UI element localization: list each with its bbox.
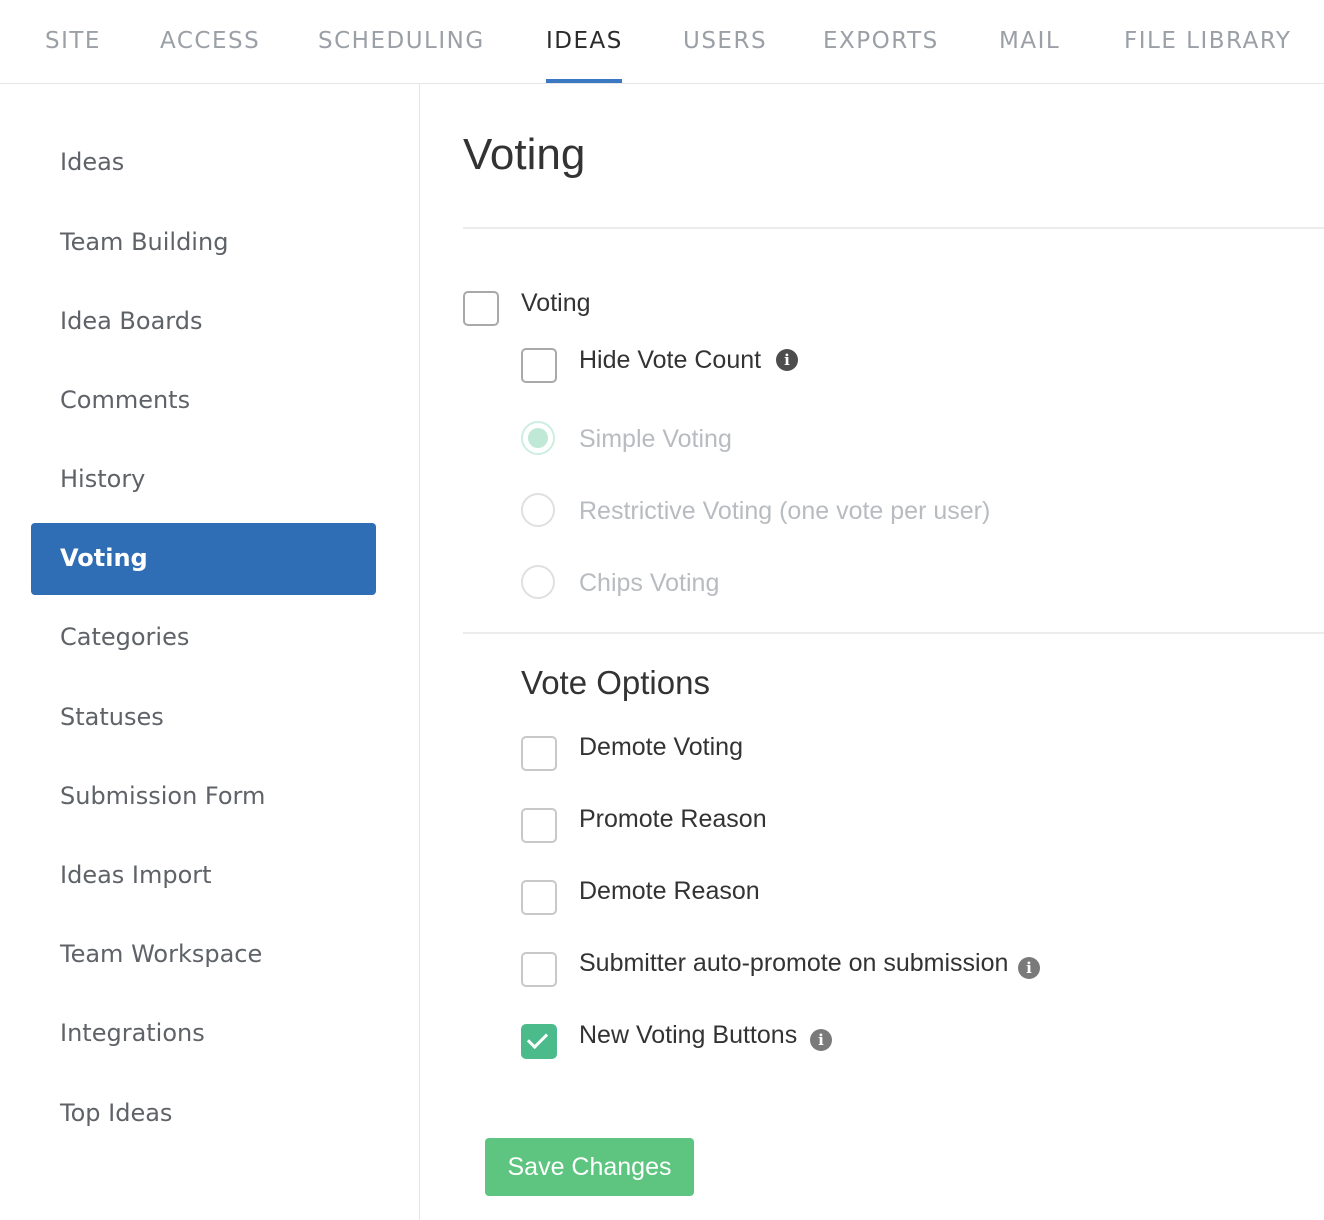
sidebar-item-statuses[interactable]: Statuses — [60, 703, 164, 731]
new-voting-buttons-checkbox[interactable] — [521, 1024, 557, 1059]
new-voting-buttons-label: New Voting Buttons — [579, 1021, 798, 1049]
sidebar-item-voting[interactable]: Voting — [31, 523, 376, 595]
sidebar-item-top-ideas[interactable]: Top Ideas — [60, 1099, 172, 1127]
demote-reason-label: Demote Reason — [579, 877, 760, 905]
chips-voting-radio[interactable] — [521, 565, 555, 599]
promote-reason-label: Promote Reason — [579, 805, 767, 833]
submitter-auto-promote-checkbox[interactable] — [521, 952, 557, 987]
simple-voting-radio[interactable] — [521, 421, 555, 455]
vote-options-heading: Vote Options — [521, 664, 710, 701]
hide-vote-count-checkbox[interactable] — [521, 348, 557, 383]
sidebar-item-categories[interactable]: Categories — [60, 623, 189, 651]
save-changes-button[interactable]: Save Changes — [485, 1138, 694, 1196]
tab-file-library[interactable]: FILE LIBRARY — [1124, 28, 1291, 54]
voting-checkbox[interactable] — [463, 291, 499, 326]
tab-mail[interactable]: MAIL — [999, 28, 1060, 54]
sidebar-item-ideas[interactable]: Ideas — [60, 148, 124, 176]
tab-ideas[interactable]: IDEAS — [546, 28, 623, 54]
sidebar-item-integrations[interactable]: Integrations — [60, 1019, 205, 1047]
simple-voting-label: Simple Voting — [579, 425, 732, 453]
restrictive-voting-radio[interactable] — [521, 493, 555, 527]
section-divider — [463, 632, 1324, 634]
sidebar-item-idea-boards[interactable]: Idea Boards — [60, 307, 202, 335]
chips-voting-label: Chips Voting — [579, 569, 720, 597]
sidebar-item-comments[interactable]: Comments — [60, 386, 190, 414]
info-icon[interactable]: i — [1018, 957, 1040, 979]
active-tab-indicator — [546, 79, 622, 83]
tab-users[interactable]: USERS — [683, 28, 767, 54]
info-icon[interactable]: i — [776, 349, 798, 371]
sidebar-item-ideas-import[interactable]: Ideas Import — [60, 861, 212, 889]
restrictive-voting-label: Restrictive Voting (one vote per user) — [579, 497, 991, 525]
sidebar-item-label: Voting — [60, 544, 148, 572]
voting-label: Voting — [521, 289, 591, 317]
tab-scheduling[interactable]: SCHEDULING — [318, 28, 485, 54]
title-divider — [463, 227, 1324, 229]
info-icon[interactable]: i — [810, 1029, 832, 1051]
submitter-auto-promote-label: Submitter auto-promote on submission — [579, 949, 1009, 977]
hide-vote-count-label: Hide Vote Count — [579, 346, 762, 374]
sidebar-item-team-workspace[interactable]: Team Workspace — [60, 940, 262, 968]
top-nav: SITE ACCESS SCHEDULING IDEAS USERS EXPOR… — [0, 0, 1324, 84]
sidebar-item-history[interactable]: History — [60, 465, 145, 493]
tab-exports[interactable]: EXPORTS — [823, 28, 939, 54]
demote-voting-label: Demote Voting — [579, 733, 743, 761]
tab-site[interactable]: SITE — [45, 28, 101, 54]
demote-reason-checkbox[interactable] — [521, 880, 557, 915]
sidebar-item-team-building[interactable]: Team Building — [60, 228, 228, 256]
promote-reason-checkbox[interactable] — [521, 808, 557, 843]
tab-access[interactable]: ACCESS — [160, 28, 260, 54]
page-title: Voting — [463, 130, 586, 179]
sidebar-item-submission-form[interactable]: Submission Form — [60, 782, 265, 810]
demote-voting-checkbox[interactable] — [521, 736, 557, 771]
